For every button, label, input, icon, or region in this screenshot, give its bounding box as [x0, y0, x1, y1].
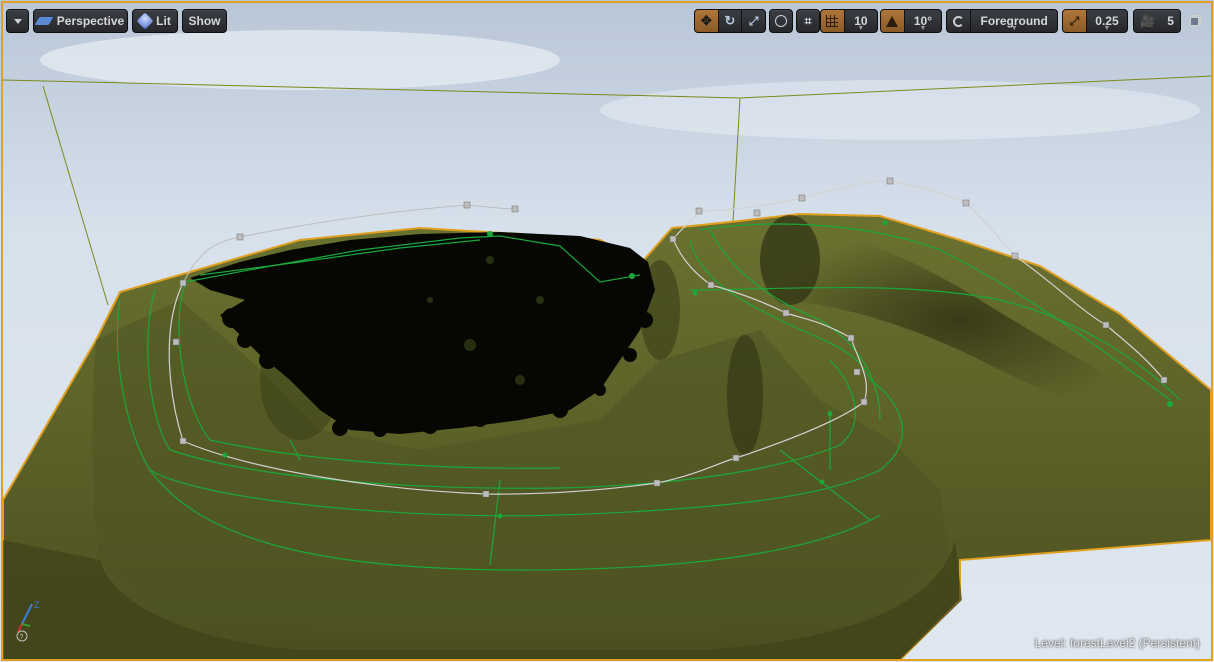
layer-group: Foreground ▼ — [946, 9, 1058, 33]
transform-tools: ✥ ↻ ⤢ — [694, 9, 766, 33]
viewport-options-button[interactable] — [6, 9, 29, 33]
perspective-icon — [34, 17, 54, 25]
lit-label: Lit — [156, 14, 171, 28]
chevron-down-icon: ▼ — [1010, 25, 1018, 32]
translate-tool[interactable]: ✥ — [695, 10, 719, 32]
chevron-down-icon: ▼ — [1103, 25, 1111, 32]
grid-snap-value[interactable]: 10 ▼ — [845, 10, 877, 32]
scale-snap-toggle[interactable]: ⤢ — [1063, 10, 1087, 32]
perspective-button[interactable]: Perspective — [33, 9, 128, 33]
scene-render — [0, 0, 1214, 662]
chevron-down-icon: ▼ — [919, 25, 927, 32]
world-local-toggle[interactable] — [769, 9, 793, 33]
show-label: Show — [188, 14, 221, 28]
level-status: Level: forestLevel2 (Persistent) — [1035, 636, 1200, 650]
level-prefix: Level: — [1034, 636, 1067, 650]
rotation-snap-toggle[interactable] — [881, 10, 905, 32]
rotation-snap-icon — [886, 15, 899, 27]
rotation-snap-group: 10° ▼ — [880, 9, 942, 33]
scale-snap-icon: ⤢ — [1069, 13, 1080, 28]
scale-icon: ⤢ — [748, 13, 759, 28]
perspective-label: Perspective — [56, 14, 125, 28]
level-name: forestLevel2 (Persistent) — [1069, 636, 1200, 650]
rotation-snap-value[interactable]: 10° ▼ — [905, 10, 941, 32]
translate-icon: ✥ — [700, 13, 712, 28]
world-local-icon — [775, 15, 787, 27]
lit-button[interactable]: Lit — [132, 9, 178, 33]
axis-indicator-icon: Z ? — [10, 596, 46, 648]
grid-snap-group: 10 ▼ — [820, 9, 878, 33]
svg-text:?: ? — [20, 634, 24, 641]
layer-dropdown[interactable]: Foreground ▼ — [971, 10, 1057, 32]
scale-snap-value[interactable]: 0.25 ▼ — [1087, 10, 1127, 32]
grid-snap-toggle[interactable] — [821, 10, 845, 32]
camera-speed-icon: 🎥 — [1140, 14, 1156, 28]
svg-text:Z: Z — [34, 600, 40, 610]
rotate-tool[interactable]: ↻ — [719, 10, 743, 32]
layer-icon — [953, 15, 965, 27]
scale-tool[interactable]: ⤢ — [742, 10, 765, 32]
dropdown-icon — [13, 18, 22, 24]
camera-speed-value: 5 — [1167, 14, 1174, 28]
surface-snap-icon: ⌗ — [804, 13, 812, 28]
camera-speed-button[interactable]: 🎥 5 — [1133, 9, 1181, 33]
lit-sphere-icon — [136, 12, 154, 30]
layer-icon-button[interactable] — [947, 10, 972, 32]
show-button[interactable]: Show — [182, 9, 227, 33]
rotate-icon: ↻ — [724, 13, 736, 28]
maximize-button[interactable] — [1190, 15, 1201, 26]
surface-snap-button[interactable]: ⌗ — [796, 9, 820, 33]
grid-snap-icon — [826, 15, 839, 27]
scale-snap-group: ⤢ 0.25 ▼ — [1062, 9, 1128, 33]
level-viewport[interactable]: Perspective Lit Show ✥ ↻ ⤢ ⌗ 10 ▼ 10° ▼ … — [0, 0, 1214, 662]
chevron-down-icon: ▼ — [857, 25, 865, 32]
